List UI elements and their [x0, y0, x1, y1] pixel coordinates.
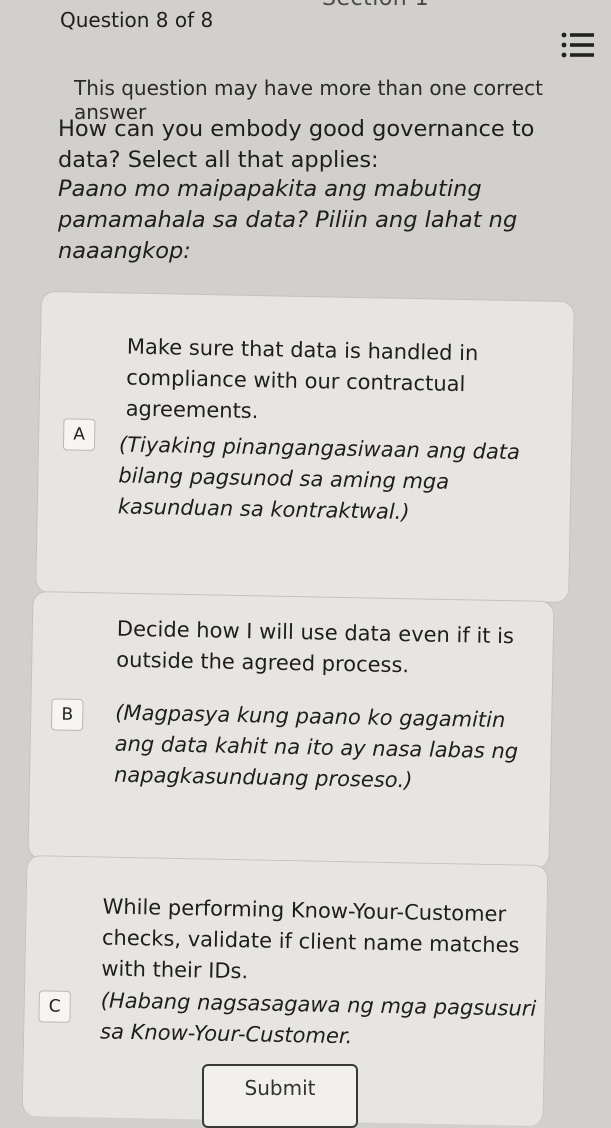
question-prompt-tl: Paano mo maipapakita ang mabuting pamama… [58, 176, 518, 264]
option-a-letter: A [62, 418, 96, 451]
option-a[interactable]: Make sure that data is handled in compli… [35, 290, 575, 604]
option-c-text-en: While performing Know-Your-Customer chec… [101, 894, 520, 984]
option-a-text-en: Make sure that data is handled in compli… [125, 334, 479, 424]
section-label: Section 1 [322, 0, 429, 11]
option-a-text-tl: (Tiyaking pinangangasiwaan ang data bila… [117, 432, 521, 525]
option-b[interactable]: Decide how I will use data even if it is… [27, 591, 555, 869]
option-b-text-tl: (Magpasya kung paano ko gagamitin ang da… [113, 700, 519, 793]
question-counter: Question 8 of 8 [60, 8, 214, 32]
submit-button[interactable]: Submit [202, 1064, 358, 1128]
option-c-letter: C [38, 990, 71, 1023]
question-prompt-en: How can you embody good governance to da… [58, 116, 535, 173]
option-c-text-tl: (Habang nagsasagawa ng mga pagsusuri sa … [99, 988, 537, 1049]
option-b-letter: B [50, 698, 84, 732]
list-icon[interactable] [560, 30, 596, 60]
option-b-text-en: Decide how I will use data even if it is… [116, 616, 515, 678]
